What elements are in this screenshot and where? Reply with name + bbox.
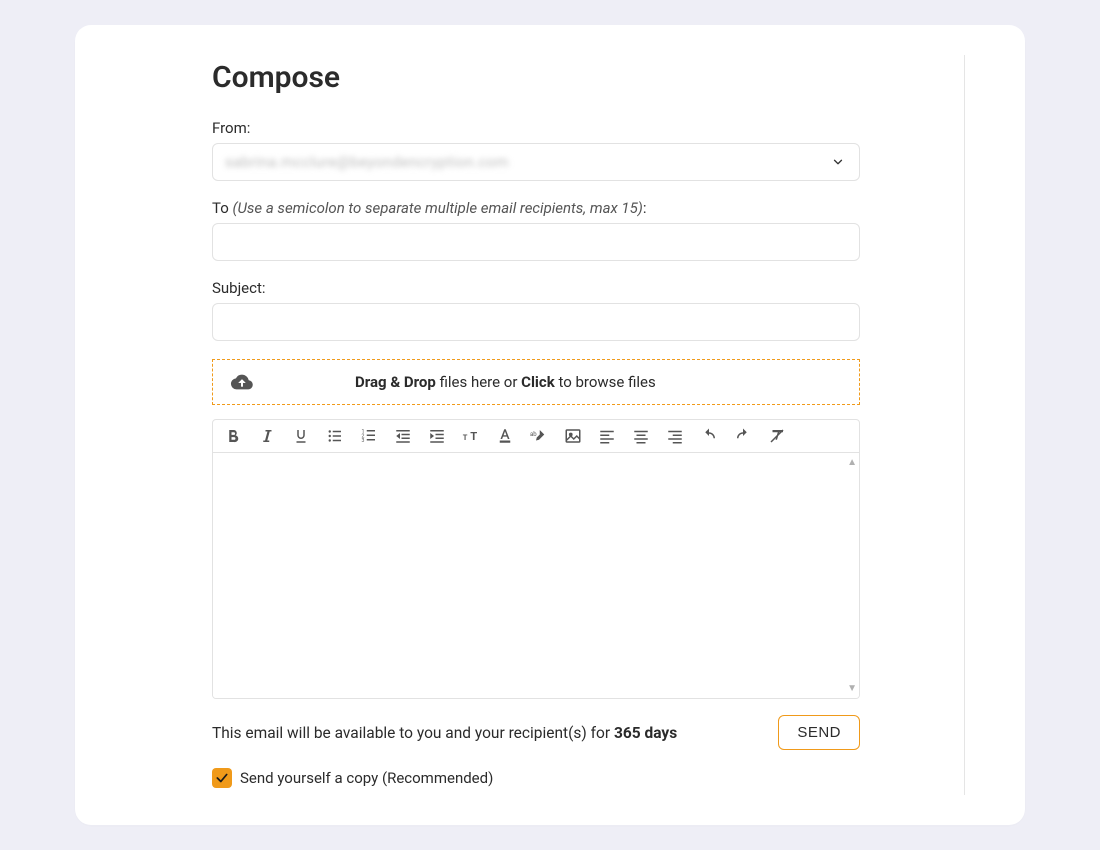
number-list-icon[interactable]: 123 [359, 426, 379, 446]
scroll-up-icon[interactable]: ▲ [847, 457, 857, 468]
svg-text:ab: ab [530, 431, 537, 438]
rich-text-editor: 123 TT ab ▲ ▼ [212, 419, 860, 699]
editor-toolbar: 123 TT ab [213, 420, 859, 453]
send-copy-checkbox[interactable] [212, 768, 232, 788]
to-hint: (Use a semicolon to separate multiple em… [233, 199, 643, 217]
font-size-icon[interactable]: TT [461, 426, 481, 446]
image-icon[interactable] [563, 426, 583, 446]
to-label-post: : [643, 199, 647, 217]
dropzone-t1: files here or [436, 373, 521, 391]
align-right-icon[interactable] [665, 426, 685, 446]
to-label: To (Use a semicolon to separate multiple… [212, 199, 860, 217]
dropzone-text: Drag & Drop files here or Click to brows… [355, 373, 656, 391]
send-button[interactable]: SEND [778, 715, 860, 750]
svg-text:3: 3 [362, 438, 365, 444]
availability-pre: This email will be available to you and … [212, 724, 614, 742]
footer-row: This email will be available to you and … [212, 715, 860, 750]
send-copy-row: Send yourself a copy (Recommended) [212, 768, 860, 788]
bullet-list-icon[interactable] [325, 426, 345, 446]
indent-icon[interactable] [427, 426, 447, 446]
svg-text:T: T [463, 433, 468, 442]
editor-textarea[interactable]: ▲ ▼ [213, 453, 859, 698]
highlight-icon[interactable]: ab [529, 426, 549, 446]
vertical-divider [964, 55, 965, 795]
bold-icon[interactable] [223, 426, 243, 446]
availability-days: 365 days [614, 724, 677, 742]
from-value: sabrina.mcclure@beyondencryption.com [225, 153, 509, 171]
subject-input[interactable] [212, 303, 860, 341]
align-left-icon[interactable] [597, 426, 617, 446]
to-label-pre: To [212, 199, 233, 217]
subject-label: Subject: [212, 279, 860, 297]
redo-icon[interactable] [733, 426, 753, 446]
svg-text:T: T [470, 430, 477, 443]
underline-icon[interactable] [291, 426, 311, 446]
send-copy-label: Send yourself a copy (Recommended) [240, 769, 493, 787]
dropzone-bold2: Click [521, 373, 555, 391]
chevron-down-icon [831, 155, 845, 169]
font-color-icon[interactable] [495, 426, 515, 446]
undo-icon[interactable] [699, 426, 719, 446]
dropzone-t2: to browse files [555, 373, 656, 391]
outdent-icon[interactable] [393, 426, 413, 446]
scroll-down-icon[interactable]: ▼ [847, 683, 857, 694]
cloud-upload-icon [229, 371, 255, 393]
dropzone-bold1: Drag & Drop [355, 373, 436, 391]
page-title: Compose [212, 60, 860, 95]
to-input[interactable] [212, 223, 860, 261]
clear-format-icon[interactable] [767, 426, 787, 446]
attachment-dropzone[interactable]: Drag & Drop files here or Click to brows… [212, 359, 860, 405]
from-label: From: [212, 119, 860, 137]
availability-text: This email will be available to you and … [212, 724, 677, 742]
compose-card: Compose From: sabrina.mcclure@beyondencr… [75, 25, 1025, 825]
from-select[interactable]: sabrina.mcclure@beyondencryption.com [212, 143, 860, 181]
align-center-icon[interactable] [631, 426, 651, 446]
italic-icon[interactable] [257, 426, 277, 446]
